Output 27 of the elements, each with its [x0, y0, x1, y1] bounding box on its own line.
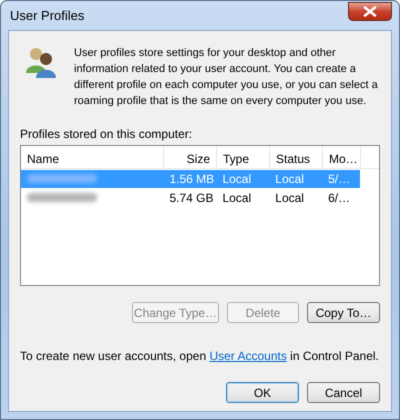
column-header[interactable]: Name: [21, 146, 164, 168]
table-cell-text: 5/…: [327, 171, 352, 188]
window-title: User Profiles: [10, 6, 84, 25]
table-cell-text: Local: [274, 171, 305, 188]
table-cell-text: Local: [274, 190, 305, 207]
footer-text: To create new user accounts, open User Accounts in Control Panel.: [20, 348, 380, 365]
column-header[interactable]: Size: [164, 146, 217, 168]
table-cell-text: Local: [221, 171, 252, 188]
action-button[interactable]: Copy To…: [307, 302, 380, 323]
table-cell-text: 6/…: [327, 190, 352, 207]
user-accounts-link[interactable]: User Accounts: [209, 349, 287, 363]
table-cell-text: 5.74 GB: [168, 190, 214, 207]
ok-button[interactable]: OK: [226, 382, 299, 403]
column-header[interactable]: Mo…: [323, 146, 361, 168]
redacted-name: [27, 174, 97, 183]
redacted-name: [27, 193, 97, 202]
table-cell-text: 1.56 MB: [168, 171, 216, 188]
users-icon: [24, 45, 58, 79]
column-header[interactable]: Status: [270, 146, 323, 168]
close-icon: [363, 6, 377, 17]
close-button[interactable]: [348, 2, 392, 21]
cancel-button[interactable]: Cancel: [307, 382, 380, 403]
column-header[interactable]: Type: [217, 146, 270, 168]
list-row[interactable]: 5.74 GB Local Local 6/…: [21, 189, 360, 207]
table-cell-text: Local: [221, 190, 252, 207]
description-text: User profiles store settings for your desktop and other information related to your user account. You can create a different profile on each computer you use, or you can select a roaming profile that is the same on every computer you use.: [74, 46, 379, 109]
list-label: Profiles stored on this computer:: [20, 126, 194, 143]
